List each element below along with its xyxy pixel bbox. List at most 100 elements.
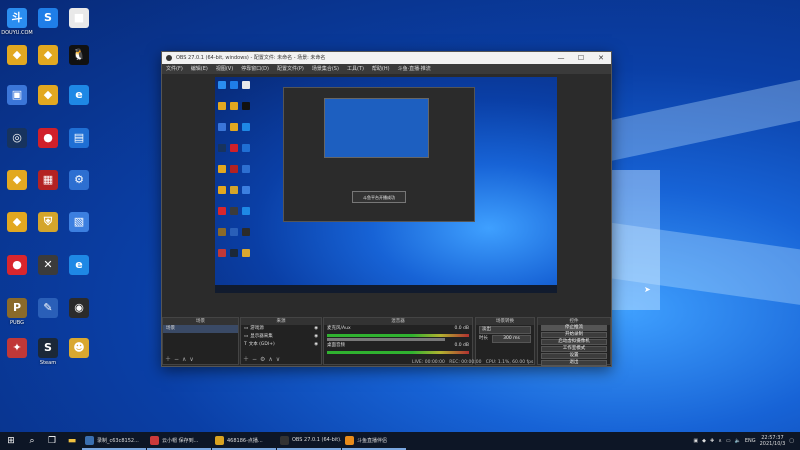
menu-douyu[interactable]: 斗鱼·直播·推流 — [398, 64, 431, 74]
taskbar-app[interactable]: 468186-点播... — [212, 432, 276, 450]
desktop-icon[interactable]: ● — [31, 128, 65, 168]
desktop-icon[interactable]: ✎ — [31, 298, 65, 338]
preview-desktop-icon — [242, 207, 250, 215]
menu-tools[interactable]: 工具(T) — [347, 64, 364, 74]
desktop-icon[interactable]: ▣ — [0, 85, 34, 125]
menu-edit[interactable]: 编辑(E) — [191, 64, 208, 74]
taskbar-app[interactable]: OBS 27.0.1 (64-bit)... — [277, 432, 341, 450]
network-icon[interactable]: ▭ — [726, 438, 731, 444]
controls-dock-title: 控件 — [538, 318, 610, 325]
nested-obs-window: 斗鱼平台开播成功 — [283, 87, 475, 222]
desktop-icon[interactable]: e — [62, 255, 96, 295]
menu-profile[interactable]: 配置文件(P) — [277, 64, 304, 74]
mixer-channel: 桌面音频 0.0 dB — [327, 343, 469, 348]
desktop-icon[interactable]: ◎ — [0, 128, 34, 168]
language-indicator[interactable]: ENG — [745, 438, 756, 444]
desktop-icon[interactable]: ☻ — [62, 338, 96, 378]
start-button[interactable]: ⊞ — [0, 432, 22, 450]
taskbar: ⊞ ⌕ ❐ ▬ 录制_c63c8152... 云小帽 保存到... 468186-点… — [0, 432, 800, 450]
desktop-icon[interactable]: ◉ — [62, 298, 96, 338]
desktop-icon[interactable]: S — [31, 8, 65, 48]
desktop-icon[interactable]: ⚙ — [62, 170, 96, 210]
obs-titlebar[interactable]: OBS 27.0.1 (64-bit, windows) - 配置文件: 未命名… — [162, 52, 611, 64]
obs-window-title: OBS 27.0.1 (64-bit, windows) - 配置文件: 未命名… — [176, 55, 326, 61]
app-icon — [150, 435, 159, 445]
desktop-icon[interactable]: ◆ — [0, 212, 34, 252]
duration-input[interactable]: 300 ms — [492, 335, 531, 343]
app-icon: ◆ — [7, 45, 27, 65]
desktop-icon[interactable]: ⛨ — [31, 212, 65, 252]
start-recording-button[interactable]: 开始录制 — [541, 332, 607, 338]
app-icon: ▤ — [69, 128, 89, 148]
menu-file[interactable]: 文件(F) — [166, 64, 183, 74]
desktop-icon[interactable]: e — [62, 85, 96, 125]
search-button[interactable]: ⌕ — [22, 432, 42, 450]
taskbar-app[interactable]: 录制_c63c8152... — [82, 432, 146, 450]
desktop-icon[interactable]: ■ — [62, 8, 96, 48]
desktop-icon[interactable]: 🐧 — [62, 45, 96, 85]
source-item[interactable]: ▭ 游戏源 ◉ — [241, 325, 321, 333]
eye-icon[interactable]: ◉ — [314, 325, 318, 333]
preview-desktop-icon — [218, 249, 226, 257]
clock[interactable]: 22:57:37 2021/10/3 — [760, 435, 786, 447]
desktop-icon[interactable]: ✕ — [31, 255, 65, 295]
app-icon — [345, 435, 354, 445]
preview-desktop-icon — [230, 81, 238, 89]
desktop-icon[interactable]: ▦ — [31, 170, 65, 210]
live-timer: LIVE: 00:00:00 — [412, 360, 445, 365]
scene-item[interactable]: 场景 — [163, 325, 238, 333]
desktop-icon[interactable]: P PUBG — [0, 298, 34, 338]
studio-mode-button[interactable]: 工作室模式 — [541, 346, 607, 352]
desktop-icon[interactable]: ◆ — [0, 170, 34, 210]
preview-desktop-icon — [218, 102, 226, 110]
maximize-button[interactable]: ☐ — [571, 52, 591, 64]
scenes-dock: 场景 场景 ＋−∧∨ — [162, 317, 239, 365]
source-item[interactable]: ▭ 显示器采集 ◉ — [241, 333, 321, 341]
tray-app-icon[interactable]: ✚ — [710, 438, 714, 444]
menu-help[interactable]: 帮助(H) — [372, 64, 390, 74]
app-icon: ◆ — [7, 212, 27, 232]
desktop-icon[interactable]: ▧ — [62, 212, 96, 252]
desktop-icon[interactable]: ◆ — [31, 85, 65, 125]
volume-icon[interactable]: 🔈 — [735, 438, 741, 444]
stop-streaming-button[interactable]: 停止推流 — [541, 325, 607, 331]
transition-select[interactable]: 淡出 — [479, 326, 531, 334]
desktop-icon[interactable]: ◆ — [0, 45, 34, 85]
duration-row: 时长 300 ms — [476, 335, 534, 343]
desktop-icon[interactable]: ✦ — [0, 338, 34, 378]
desktop-icon[interactable]: ▤ — [62, 128, 96, 168]
desktop-icon-label: DOUYU.COM — [1, 30, 33, 36]
obs-preview-area[interactable]: 斗鱼平台开播成功 — [162, 74, 611, 326]
preview-canvas[interactable]: 斗鱼平台开播成功 — [215, 77, 557, 293]
preview-desktop-icon — [218, 228, 226, 236]
task-view-button[interactable]: ❐ — [42, 432, 62, 450]
tray-overflow-icon[interactable]: ∧ — [718, 438, 722, 444]
close-button[interactable]: ✕ — [591, 52, 611, 64]
preview-desktop-icon — [230, 207, 238, 215]
desktop-icon[interactable]: ● — [0, 255, 34, 295]
menu-docks[interactable]: 停靠窗口(D) — [241, 64, 269, 74]
mouse-cursor-icon: ➤ — [644, 285, 651, 294]
virtual-camera-button[interactable]: 启动虚拟摄像机 — [541, 339, 607, 345]
system-tray: ▣ ◆ ✚ ∧ ▭ 🔈 ENG 22:57:37 2021/10/3 ▢ — [693, 432, 800, 450]
file-explorer-button[interactable]: ▬ — [62, 432, 82, 450]
taskbar-app[interactable]: 斗鱼直播伴侣 — [342, 432, 406, 450]
source-item[interactable]: T 文本 (GDI+) ◉ — [241, 341, 321, 349]
desktop-icon[interactable]: ◆ — [31, 45, 65, 85]
eye-icon[interactable]: ◉ — [314, 341, 318, 349]
notification-icon[interactable]: ▢ — [789, 438, 794, 444]
taskbar-app[interactable]: 云小帽 保存到... — [147, 432, 211, 450]
menu-view[interactable]: 视图(V) — [216, 64, 233, 74]
tray-app-icon[interactable]: ◆ — [702, 438, 706, 444]
app-icon: ◎ — [7, 128, 27, 148]
desktop-icon[interactable]: 斗 DOUYU.COM — [0, 8, 34, 48]
obs-window[interactable]: OBS 27.0.1 (64-bit, windows) - 配置文件: 未命名… — [161, 51, 612, 367]
app-icon: 斗 — [7, 8, 27, 28]
eye-icon[interactable]: ◉ — [314, 333, 318, 341]
minimize-button[interactable]: — — [551, 52, 571, 64]
preview-desktop-icon — [242, 228, 250, 236]
desktop-icon[interactable]: S Steam — [31, 338, 65, 378]
volume-slider[interactable] — [327, 338, 446, 341]
menu-scene-collection[interactable]: 场景集合(S) — [312, 64, 339, 74]
tray-app-icon[interactable]: ▣ — [693, 438, 698, 444]
